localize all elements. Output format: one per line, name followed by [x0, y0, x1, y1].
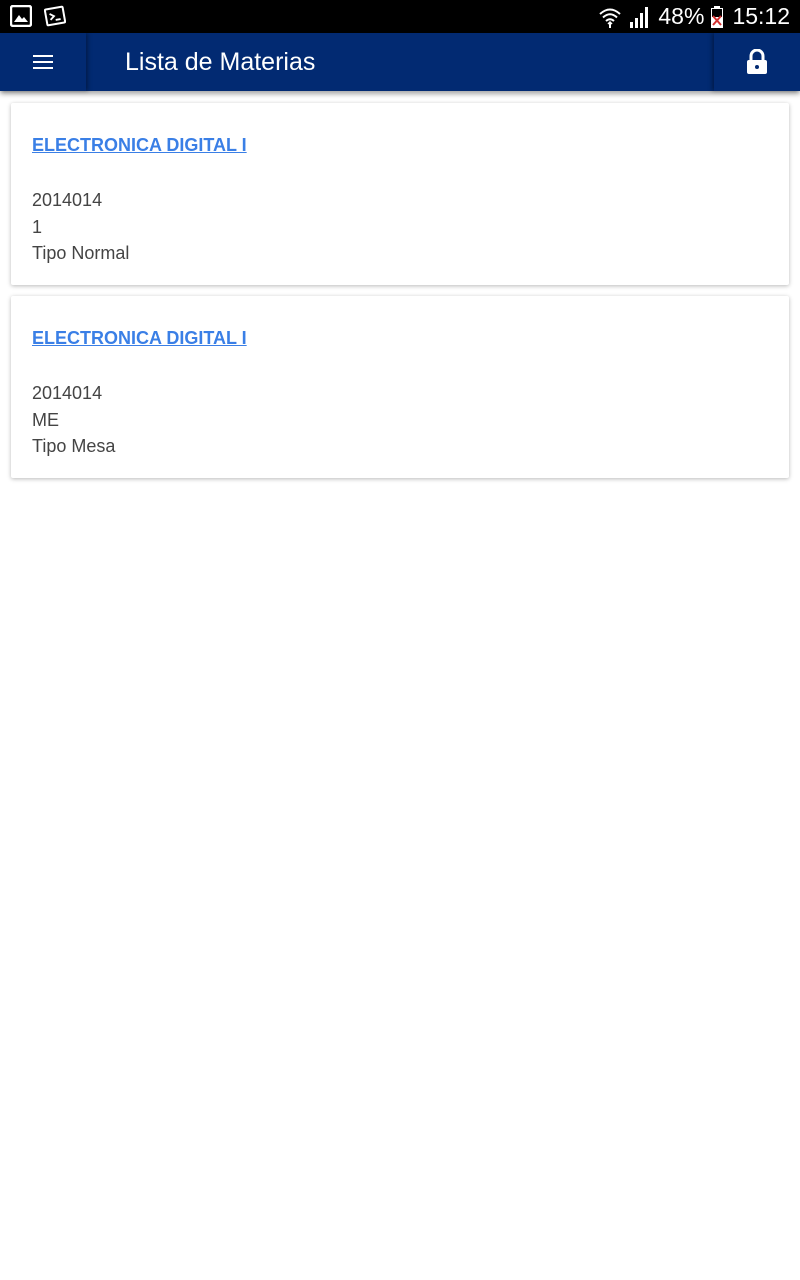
battery-icon: [711, 5, 724, 28]
lock-button[interactable]: [714, 33, 800, 91]
materia-type: Tipo Mesa: [32, 436, 116, 456]
wifi-icon: [599, 8, 622, 28]
materia-type: Tipo Normal: [32, 243, 130, 263]
materia-group: 1: [32, 216, 43, 237]
battery-percentage: 48%: [658, 3, 705, 29]
app-bar: Lista de Materias: [0, 33, 800, 91]
materia-title-link[interactable]: ELECTRONICA DIGITAL I: [32, 135, 247, 156]
hamburger-menu-icon: [33, 54, 53, 70]
menu-button[interactable]: [0, 33, 86, 91]
lock-icon: [747, 49, 767, 74]
materia-card: ELECTRONICA DIGITAL I 2014014 ME Tipo Me…: [11, 296, 789, 478]
status-left-icons: [10, 5, 66, 27]
page-title: Lista de Materias: [125, 48, 316, 76]
status-right-icons: 48% 15:12: [598, 0, 790, 33]
materia-card: ELECTRONICA DIGITAL I 2014014 1 Tipo Nor…: [11, 103, 789, 285]
materia-code: 2014014: [32, 190, 103, 210]
materia-details: 2014014 ME Tipo Mesa: [32, 380, 115, 460]
terminal-icon: [44, 5, 66, 27]
signal-icon: [630, 6, 649, 28]
materia-code: 2014014: [32, 383, 103, 403]
clock: 15:12: [732, 3, 790, 29]
materia-title-link[interactable]: ELECTRONICA DIGITAL I: [32, 328, 247, 349]
materia-group: ME: [32, 409, 59, 430]
gallery-icon: [10, 5, 32, 27]
status-bar: 48% 15:12: [0, 0, 800, 33]
materia-details: 2014014 1 Tipo Normal: [32, 187, 129, 267]
